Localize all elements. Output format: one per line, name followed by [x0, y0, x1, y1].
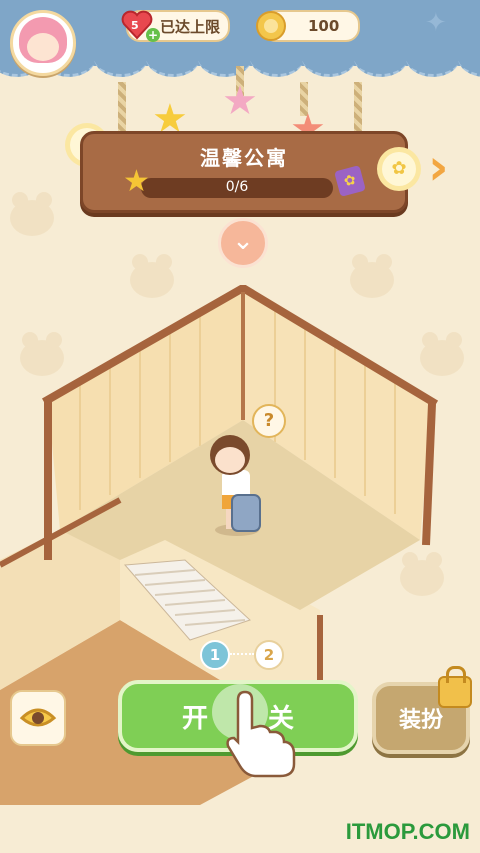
coin-count: 100: [308, 17, 340, 35]
chevron-right-icon[interactable]: ›: [428, 140, 456, 194]
question-icon[interactable]: ?: [252, 404, 286, 438]
coins-pill[interactable]: 100: [256, 10, 360, 42]
lives-status-text: 已达上限: [160, 17, 221, 36]
eye-icon: [19, 708, 57, 727]
pointer-hand-icon: [212, 684, 296, 778]
watermark: ITMOP.COM: [345, 819, 470, 844]
step-indicator-next: 2: [254, 640, 284, 670]
level-progress-bar: 0/6: [141, 178, 333, 198]
svg-text:5: 5: [131, 19, 139, 32]
progress-text: 0/6: [225, 179, 249, 195]
step-connector: [230, 653, 254, 655]
star-icon: ★: [222, 78, 258, 124]
flower-icon: ✿: [382, 152, 416, 186]
star-decoration-icon: ✦: [425, 8, 447, 38]
add-lives-icon[interactable]: +: [146, 28, 160, 42]
coin-icon: [256, 11, 286, 41]
step-indicator-current: 1: [200, 640, 230, 670]
level-sign: 温馨公寓 0/6 ★ ✿: [80, 131, 408, 213]
player-avatar[interactable]: [10, 10, 76, 76]
view-toggle-button[interactable]: [10, 690, 66, 746]
star-icon: ★: [123, 164, 150, 199]
lives-pill[interactable]: 5 + 已达上限: [121, 10, 230, 42]
rope: [118, 82, 126, 134]
chevron-down-icon[interactable]: ⌄: [218, 218, 268, 268]
rope: [354, 82, 362, 134]
lock-icon: [438, 666, 472, 708]
